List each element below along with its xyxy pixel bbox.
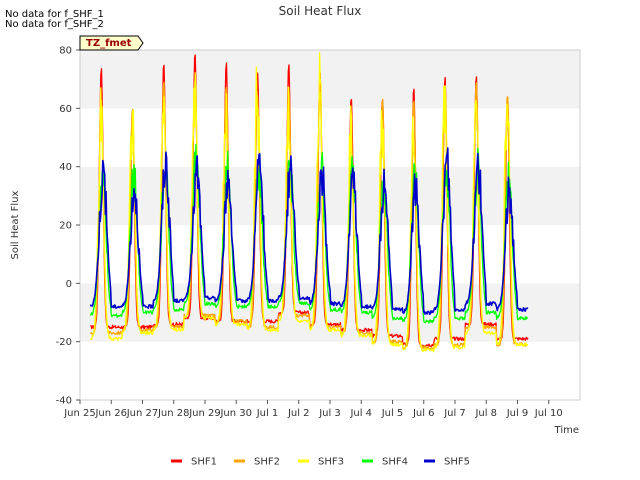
y-tick-label: 0 [66,279,72,290]
x-tick-label: Jul 1 [256,408,279,419]
x-axis-label: Time [554,425,579,436]
x-tick-label: Jun 27 [126,408,159,419]
y-tick-label: -20 [56,337,72,348]
x-tick-label: Jun 28 [157,408,190,419]
x-tick-label: Jun 29 [188,408,221,419]
grid-band [80,341,580,400]
x-tick-label: Jul 8 [474,408,497,419]
x-tick-label: Jul 6 [412,408,435,419]
x-tick-label: Jul 2 [287,408,310,419]
x-tick-label: Jun 26 [94,408,127,419]
x-tick-label: Jul 10 [534,408,563,419]
y-axis-label: Soil Heat Flux [10,190,21,259]
legend: SHF1 SHF2 SHF3 SHF4 SHF5 [171,457,470,468]
legend-label-shf4: SHF4 [382,457,408,468]
chart-title: Soil Heat Flux [279,4,362,18]
y-tick-label: 40 [59,162,72,173]
y-tick-label: 20 [59,221,72,232]
x-tick-label: Jul 4 [349,408,372,419]
x-tick-label: Jul 3 [318,408,341,419]
x-tick-label: Jul 9 [506,408,529,419]
tz-tag: TZ_fmet [79,35,144,51]
legend-label-shf1: SHF1 [191,457,217,468]
y-tick-label: -40 [56,396,72,407]
legend-label-shf5: SHF5 [444,457,470,468]
y-tick-label: 60 [59,104,72,115]
soil-heat-flux-chart: -40 -20 0 20 40 60 80 Jun 25 Jun 26 Jun 27 Jun 28… [10,4,581,468]
x-tick-label: Jun 30 [219,408,252,419]
legend-label-shf2: SHF2 [254,457,280,468]
x-tick-label: Jun 25 [63,408,96,419]
y-tick-label: 80 [59,46,72,57]
legend-label-shf3: SHF3 [318,457,344,468]
grid-band [80,50,580,109]
x-tick-label: Jul 7 [443,408,466,419]
x-tick-label: Jul 5 [381,408,404,419]
tz-tag-label: TZ_fmet [86,38,132,49]
